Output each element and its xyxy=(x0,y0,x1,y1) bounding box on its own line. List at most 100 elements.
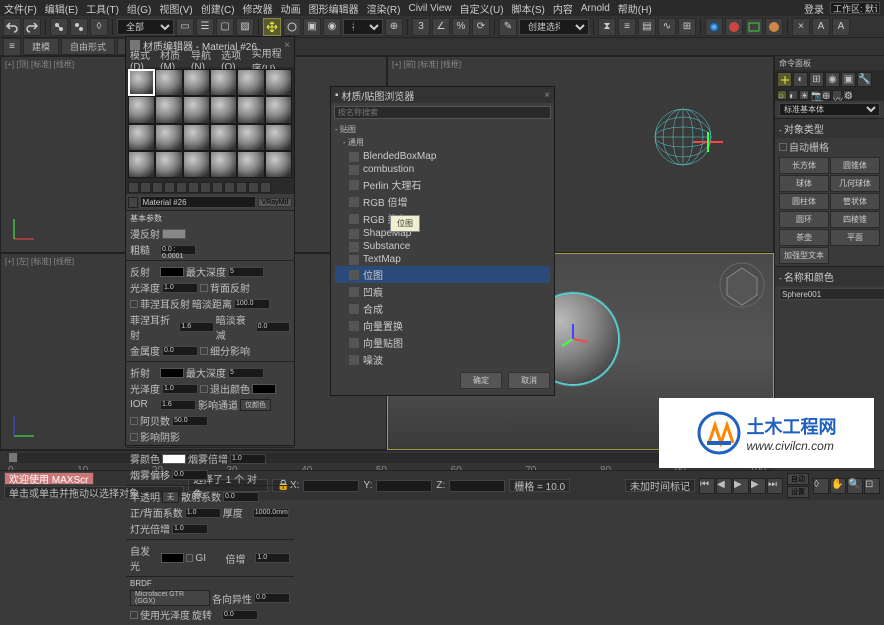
menu-customize[interactable]: 自定义(U) xyxy=(460,1,504,16)
nav-button[interactable]: ✋ xyxy=(830,478,846,494)
ref-coord-dropdown[interactable]: 视图 xyxy=(343,19,383,35)
close-icon[interactable]: × xyxy=(544,90,550,101)
material-slot[interactable] xyxy=(265,124,292,151)
systems-subtab[interactable]: ⚙ xyxy=(843,90,853,100)
maxdepth-spinner[interactable]: 5 xyxy=(228,267,264,277)
login-link[interactable]: 登录 xyxy=(804,1,824,16)
mat-tool-button[interactable] xyxy=(212,182,223,193)
material-slot[interactable] xyxy=(237,96,264,123)
spinner-snap[interactable]: ⟳ xyxy=(472,18,490,36)
create-平面-button[interactable]: 平面 xyxy=(830,229,880,246)
selection-filter[interactable]: 全部 xyxy=(117,19,174,35)
x-button[interactable]: × xyxy=(792,18,810,36)
helpers-subtab[interactable]: ⊕ xyxy=(821,90,831,100)
window-crossing-button[interactable]: ▨ xyxy=(236,18,254,36)
ok-button[interactable]: 确定 xyxy=(460,372,502,389)
dimfall-spinner[interactable]: 0.0 xyxy=(256,322,290,332)
menu-views[interactable]: 视图(V) xyxy=(159,1,192,16)
mat-pick-button[interactable] xyxy=(128,197,138,208)
affectsh-checkbox[interactable] xyxy=(130,433,138,441)
cancel-button[interactable]: 取消 xyxy=(508,372,550,389)
tab-freeform[interactable]: 自由形式 xyxy=(61,38,115,55)
tree-group-general[interactable]: - 通用 xyxy=(335,137,550,148)
map-item-位图[interactable]: 位图 xyxy=(335,266,550,283)
abbe-spinner[interactable]: 50.0 xyxy=(172,416,208,426)
create-圆环-button[interactable]: 圆环 xyxy=(779,211,829,228)
menu-help[interactable]: 帮助(H) xyxy=(618,1,652,16)
mat-tool-button[interactable] xyxy=(236,182,247,193)
metal-spinner[interactable]: 0.0 xyxy=(162,346,198,356)
x-coord-field[interactable] xyxy=(303,480,359,492)
category-dropdown[interactable]: 标准基本体 xyxy=(779,103,880,116)
menu-graph[interactable]: 图形编辑器 xyxy=(309,1,359,16)
y-coord-field[interactable] xyxy=(376,480,432,492)
percent-snap[interactable]: % xyxy=(452,18,470,36)
material-slot[interactable] xyxy=(128,151,155,178)
map-item-blendedboxmap[interactable]: BlendedBoxMap xyxy=(335,150,550,163)
material-slot[interactable] xyxy=(183,151,210,178)
placement-button[interactable]: ◉ xyxy=(323,18,341,36)
roughness-spinner[interactable]: 0.0 : 0.0001 xyxy=(160,245,196,255)
material-type-button[interactable]: VRayMtl xyxy=(258,198,292,207)
material-slot[interactable] xyxy=(210,151,237,178)
move-button[interactable] xyxy=(263,18,281,36)
ior-spinner[interactable]: 1.6 xyxy=(160,400,196,410)
material-slot[interactable] xyxy=(155,69,182,96)
menu-edit[interactable]: 编辑(E) xyxy=(45,1,78,16)
render-setup-button[interactable] xyxy=(725,18,743,36)
fresnelior-spinner[interactable]: 1.6 xyxy=(179,322,213,332)
spacewarps-subtab[interactable]: 〰 xyxy=(832,90,842,100)
map-item-combustion[interactable]: combustion xyxy=(335,163,550,176)
material-slot[interactable] xyxy=(265,96,292,123)
named-selection-set[interactable]: 创建选择集 xyxy=(519,19,589,35)
menu-content[interactable]: 内容 xyxy=(553,1,573,16)
create-长方体-button[interactable]: 长方体 xyxy=(779,157,829,174)
rotate-button[interactable] xyxy=(283,18,301,36)
modify-tab[interactable]: ◐ xyxy=(793,72,808,87)
exit-swatch[interactable] xyxy=(252,384,276,394)
select-region-button[interactable]: ▢ xyxy=(216,18,234,36)
scale-button[interactable]: ▣ xyxy=(303,18,321,36)
workspace-selector[interactable] xyxy=(830,2,880,14)
redo-button[interactable] xyxy=(23,18,41,36)
prev-frame-button[interactable]: ◀ xyxy=(716,478,732,494)
timeline-slider[interactable] xyxy=(8,452,18,463)
pivot-button[interactable]: ⊕ xyxy=(385,18,403,36)
menu-arnold[interactable]: Arnold xyxy=(581,3,610,14)
dimdist-spinner[interactable]: 100.0 xyxy=(234,299,270,309)
motion-tab[interactable]: ◉ xyxy=(825,72,840,87)
affectch-button[interactable]: 仅颜色 xyxy=(240,399,271,411)
material-slot[interactable] xyxy=(183,124,210,151)
menu-animation[interactable]: 动画 xyxy=(281,1,301,16)
object-name-field[interactable] xyxy=(779,288,884,300)
vp-label-top[interactable]: [+] [顶] [标准] [线框] xyxy=(5,59,74,70)
material-slot[interactable] xyxy=(265,151,292,178)
mat-tool-button[interactable] xyxy=(128,182,139,193)
material-slot[interactable] xyxy=(237,124,264,151)
next-frame-button[interactable]: ▶ xyxy=(750,478,766,494)
mat-tool-button[interactable] xyxy=(224,182,235,193)
fogmul-spinner[interactable]: 1.0 xyxy=(230,454,266,464)
create-加强型文本-button[interactable]: 加强型文本 xyxy=(779,247,829,264)
mat-tool-button[interactable] xyxy=(152,182,163,193)
menu-render[interactable]: 渲染(R) xyxy=(367,1,401,16)
mirror-button[interactable]: ⧗ xyxy=(598,18,616,36)
render-button[interactable] xyxy=(765,18,783,36)
material-slot[interactable] xyxy=(128,96,155,123)
material-slot[interactable] xyxy=(237,151,264,178)
create-茶壶-button[interactable]: 茶壶 xyxy=(779,229,829,246)
basic-params-header[interactable]: 基本参数 xyxy=(130,213,290,224)
cameras-subtab[interactable]: 📷 xyxy=(810,90,820,100)
tab-modeling[interactable]: 建模 xyxy=(23,38,59,55)
brdf-header[interactable]: BRDF xyxy=(130,579,290,588)
fog-swatch[interactable] xyxy=(162,454,186,464)
render-frame-button[interactable] xyxy=(745,18,763,36)
material-slot[interactable] xyxy=(155,151,182,178)
maxdepth2-spinner[interactable]: 5 xyxy=(228,368,264,378)
mat-tool-button[interactable] xyxy=(188,182,199,193)
gi-checkbox[interactable] xyxy=(186,554,194,562)
browser-tree[interactable]: - 贴图 - 通用 BlendedBoxMapcombustionPerlin … xyxy=(331,122,554,368)
undo-button[interactable] xyxy=(3,18,21,36)
menu-civil[interactable]: Civil View xyxy=(408,3,451,14)
reflect-swatch[interactable] xyxy=(160,267,184,277)
